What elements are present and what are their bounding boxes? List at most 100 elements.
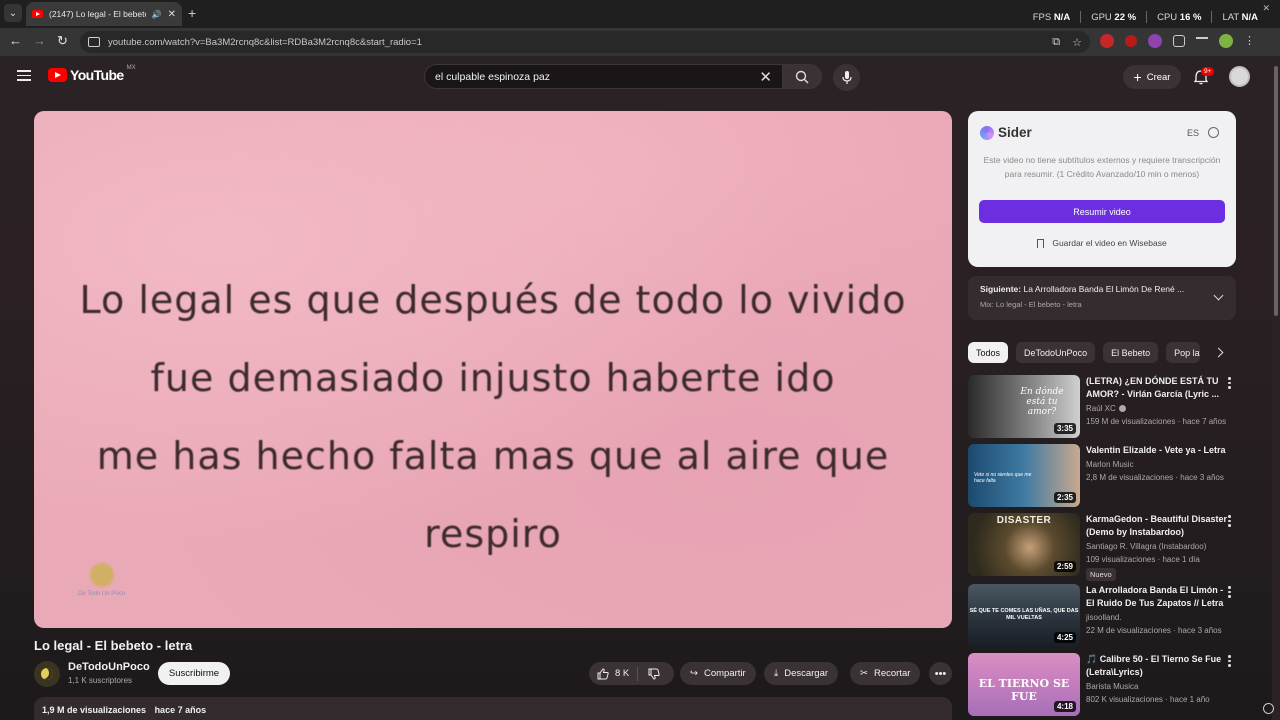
close-tab-icon[interactable]: ✕ xyxy=(168,9,176,20)
video-meta: 2,8 M de visualizaciones · hace 3 años xyxy=(1086,473,1224,482)
save-label: Guardar el video en Wisebase xyxy=(1052,238,1167,248)
subscribe-button[interactable]: Suscribirme xyxy=(158,662,230,685)
youtube-favicon-icon xyxy=(32,10,43,18)
extensions-puzzle-icon[interactable] xyxy=(1173,35,1185,47)
sider-language-selector[interactable]: ES xyxy=(1187,128,1199,138)
download-label: Descargar xyxy=(784,668,829,679)
thumbnail-text: En dónde está tu amor? xyxy=(1020,387,1064,417)
lyrics-overlay: Lo legal es que después de todo lo vivid… xyxy=(34,261,952,573)
channel-name[interactable]: DeTodoUnPoco xyxy=(68,661,150,673)
extension-sider-icon[interactable] xyxy=(1148,34,1162,48)
microphone-icon xyxy=(841,70,852,84)
search-input-value[interactable]: el culpable espinoza paz xyxy=(435,71,759,83)
chips-next-chevron-icon[interactable] xyxy=(1213,347,1224,358)
page-scrollbar[interactable] xyxy=(1272,56,1280,720)
chip-artist[interactable]: El Bebeto xyxy=(1103,342,1159,363)
bookmark-star-icon[interactable]: ☆ xyxy=(1072,36,1082,49)
video-title[interactable]: La Arrolladora Banda El Limón - El Ruido… xyxy=(1086,584,1228,610)
scrollbar-thumb[interactable] xyxy=(1274,66,1278,316)
video-title[interactable]: Valentin Elizalde - Vete ya - Letra xyxy=(1086,444,1228,457)
channel-avatar[interactable] xyxy=(34,661,60,687)
video-thumbnail[interactable]: SÉ QUE TE COMES LAS UÑAS, QUE DAS MIL VU… xyxy=(968,584,1080,647)
video-title[interactable]: 🎵 Calibre 50 - El Tierno Se Fue (Letra\L… xyxy=(1086,653,1228,679)
profile-icon[interactable] xyxy=(1219,34,1233,48)
video-title[interactable]: KarmaGedon - Beautiful Disaster (Demo by… xyxy=(1086,513,1228,539)
sider-settings-gear-icon[interactable] xyxy=(1208,127,1219,138)
chip-pop-latino[interactable]: Pop latino xyxy=(1166,342,1201,363)
guide-menu-icon[interactable] xyxy=(17,70,31,81)
create-button[interactable]: + Crear xyxy=(1123,65,1181,89)
item-menu-icon[interactable] xyxy=(1228,515,1231,529)
channel-name[interactable]: Barista Musica xyxy=(1086,682,1138,691)
video-thumbnail[interactable]: DISASTER 2:59 xyxy=(968,513,1080,576)
account-avatar[interactable] xyxy=(1229,66,1250,87)
dislike-button[interactable] xyxy=(638,662,670,685)
cast-icon[interactable]: ⧉ xyxy=(1052,36,1060,49)
new-tab-button[interactable]: + xyxy=(188,5,196,21)
cpu-label: CPU xyxy=(1157,11,1178,23)
url-text[interactable]: youtube.com/watch?v=Ba3M2rcnq8c&list=RDB… xyxy=(108,37,1052,48)
item-menu-icon[interactable] xyxy=(1228,377,1231,391)
recommendation-item[interactable]: En dónde está tu amor? 3:35 (LETRA) ¿EN … xyxy=(968,375,1268,439)
expand-chevron-down-icon[interactable] xyxy=(1213,290,1224,301)
share-button[interactable]: ↪ Compartir xyxy=(680,662,756,685)
description-box[interactable]: 1,9 M de visualizaciones hace 7 años xyxy=(34,697,952,720)
browser-tab-bar: ⌄ (2147) Lo legal - El bebeto 🔊 ✕ + FPS … xyxy=(0,0,1280,28)
channel-watermark[interactable]: De Todo Un Poco xyxy=(78,563,125,599)
like-button[interactable]: 8 K xyxy=(589,662,637,685)
video-thumbnail[interactable]: EL TIERNO SE FUE 4:18 xyxy=(968,653,1080,716)
more-actions-button[interactable]: ••• xyxy=(929,662,952,685)
tab-search-button[interactable]: ⌄ xyxy=(4,4,22,22)
browser-toolbar: ← → ↻ youtube.com/watch?v=Ba3M2rcnq8c&li… xyxy=(0,28,1280,56)
search-button[interactable] xyxy=(782,64,822,89)
sider-panel: Sider ES Este video no tiene subtítulos … xyxy=(968,111,1236,267)
back-arrow-icon[interactable]: ← xyxy=(9,34,22,48)
lyric-line-2: fue demasiado injusto haberte ido xyxy=(150,356,836,400)
summarize-video-button[interactable]: Resumir video xyxy=(979,200,1225,223)
browser-menu-icon[interactable]: ⋮ xyxy=(1244,35,1255,47)
speaker-icon[interactable]: 🔊 xyxy=(152,10,162,19)
reading-list-icon[interactable] xyxy=(1196,37,1208,45)
browser-tab[interactable]: (2147) Lo legal - El bebeto 🔊 ✕ xyxy=(26,2,182,26)
video-thumbnail[interactable]: En dónde está tu amor? 3:35 xyxy=(968,375,1080,438)
video-duration: 2:35 xyxy=(1053,492,1076,503)
mix-title: Mix: Lo legal - El bebeto - letra xyxy=(980,300,1082,309)
channel-name[interactable]: Santiago R. Villagra (Instabardoo) xyxy=(1086,542,1206,551)
video-title[interactable]: (LETRA) ¿EN DÓNDE ESTÁ TU AMOR? - Virlán… xyxy=(1086,375,1228,401)
channel-name[interactable]: jisoolland. xyxy=(1086,613,1122,622)
chip-channel[interactable]: DeTodoUnPoco xyxy=(1016,342,1096,363)
video-thumbnail[interactable]: Vete si no sientes que me hace falta 2:3… xyxy=(968,444,1080,507)
save-to-wisebase-button[interactable]: Guardar el video en Wisebase xyxy=(968,238,1236,248)
playlist-panel-collapsed[interactable]: Siguiente: La Arrolladora Banda El Limón… xyxy=(968,276,1236,320)
site-info-icon[interactable] xyxy=(88,37,100,47)
up-next-title: La Arrolladora Banda El Limón De René ..… xyxy=(1023,284,1185,294)
item-menu-icon[interactable] xyxy=(1228,655,1231,669)
channel-name[interactable]: Raúl XC xyxy=(1086,404,1116,413)
corner-settings-icon[interactable] xyxy=(1263,703,1274,714)
recommendation-item[interactable]: DISASTER 2:59 KarmaGedon - Beautiful Dis… xyxy=(968,513,1268,581)
more-dots-icon: ••• xyxy=(934,667,947,680)
clip-button[interactable]: ✂ Recortar xyxy=(850,662,921,685)
item-menu-icon[interactable] xyxy=(1228,586,1231,600)
download-button[interactable]: ⤓ Descargar xyxy=(764,662,839,685)
reload-icon[interactable]: ↻ xyxy=(57,34,68,48)
lyric-line-1: Lo legal es que después de todo lo vivid… xyxy=(79,278,907,322)
extension-red-icon[interactable] xyxy=(1100,34,1114,48)
chip-all[interactable]: Todos xyxy=(968,342,1009,363)
forward-arrow-icon[interactable]: → xyxy=(33,34,46,48)
recommendation-item[interactable]: SÉ QUE TE COMES LAS UÑAS, QUE DAS MIL VU… xyxy=(968,584,1268,648)
extension-wifi-icon[interactable] xyxy=(1125,35,1137,47)
sider-brain-icon xyxy=(980,125,994,140)
search-input[interactable]: el culpable espinoza paz ✕ xyxy=(424,64,782,89)
youtube-logo[interactable]: YouTube MX xyxy=(48,65,136,83)
recommendation-item[interactable]: EL TIERNO SE FUE 4:18 🎵 Calibre 50 - El … xyxy=(968,653,1268,717)
channel-name[interactable]: Marlon Music xyxy=(1086,460,1134,469)
download-icon: ⤓ xyxy=(774,668,779,679)
video-player[interactable]: Lo legal es que después de todo lo vivid… xyxy=(34,111,952,628)
recommendation-item[interactable]: Vete si no sientes que me hace falta 2:3… xyxy=(968,444,1268,508)
clear-search-icon[interactable]: ✕ xyxy=(759,68,772,86)
address-bar[interactable]: youtube.com/watch?v=Ba3M2rcnq8c&list=RDB… xyxy=(80,31,1090,53)
fps-label: FPS xyxy=(1032,11,1052,23)
voice-search-button[interactable] xyxy=(833,64,860,91)
close-overlay-icon[interactable]: ✕ xyxy=(1262,3,1270,14)
